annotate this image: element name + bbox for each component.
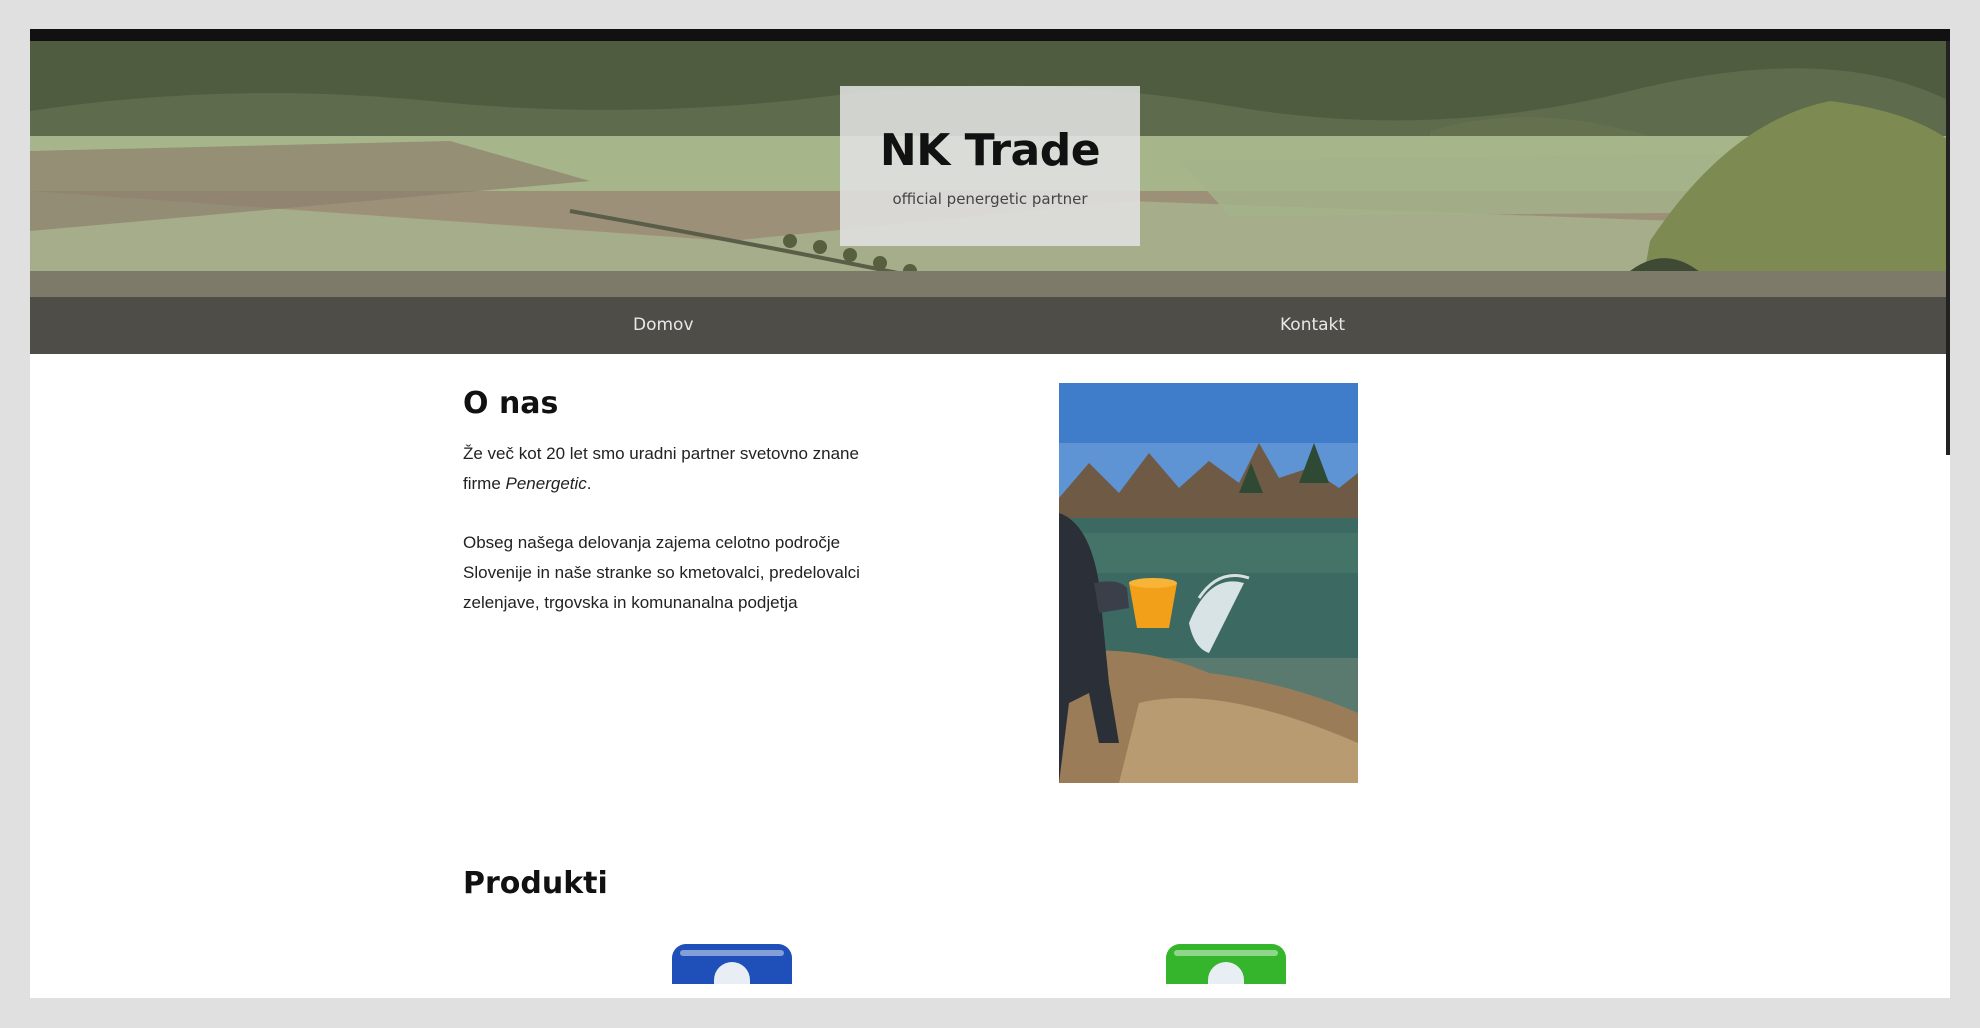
about-paragraph-2: Obseg našega delovanja zajema celotno po… bbox=[463, 533, 860, 612]
site-tagline: official penergetic partner bbox=[892, 189, 1088, 208]
brand-name: Penergetic bbox=[505, 474, 587, 493]
top-bar bbox=[30, 29, 1950, 41]
bucket-label bbox=[1208, 962, 1244, 984]
site-branding-box: NK Trade official penergetic partner bbox=[840, 86, 1140, 246]
pond-photo-image bbox=[1059, 383, 1358, 783]
about-photo bbox=[1059, 383, 1358, 783]
bucket-label bbox=[714, 962, 750, 984]
hero-banner: NK Trade official penergetic partner Dom… bbox=[30, 41, 1950, 354]
about-text: Že več kot 20 let smo uradni partner sve… bbox=[463, 439, 883, 647]
product-green-bucket[interactable] bbox=[1166, 944, 1286, 984]
product-blue-bucket[interactable] bbox=[672, 944, 792, 984]
scrollbar-thumb[interactable] bbox=[1946, 41, 1950, 455]
bucket-lid bbox=[680, 950, 784, 956]
about-paragraph-1: Že več kot 20 let smo uradni partner sve… bbox=[463, 439, 883, 499]
about-heading: O nas bbox=[463, 386, 559, 421]
bucket-lid bbox=[1174, 950, 1278, 956]
nav-link-contact[interactable]: Kontakt bbox=[1280, 297, 1345, 354]
main-navigation: Domov Kontakt bbox=[30, 297, 1950, 354]
about-paragraph-1-end: . bbox=[586, 474, 592, 493]
page-frame: NK Trade official penergetic partner Dom… bbox=[30, 29, 1950, 998]
nav-link-home[interactable]: Domov bbox=[633, 297, 694, 354]
products-heading: Produkti bbox=[463, 866, 608, 901]
site-title[interactable]: NK Trade bbox=[880, 125, 1101, 176]
